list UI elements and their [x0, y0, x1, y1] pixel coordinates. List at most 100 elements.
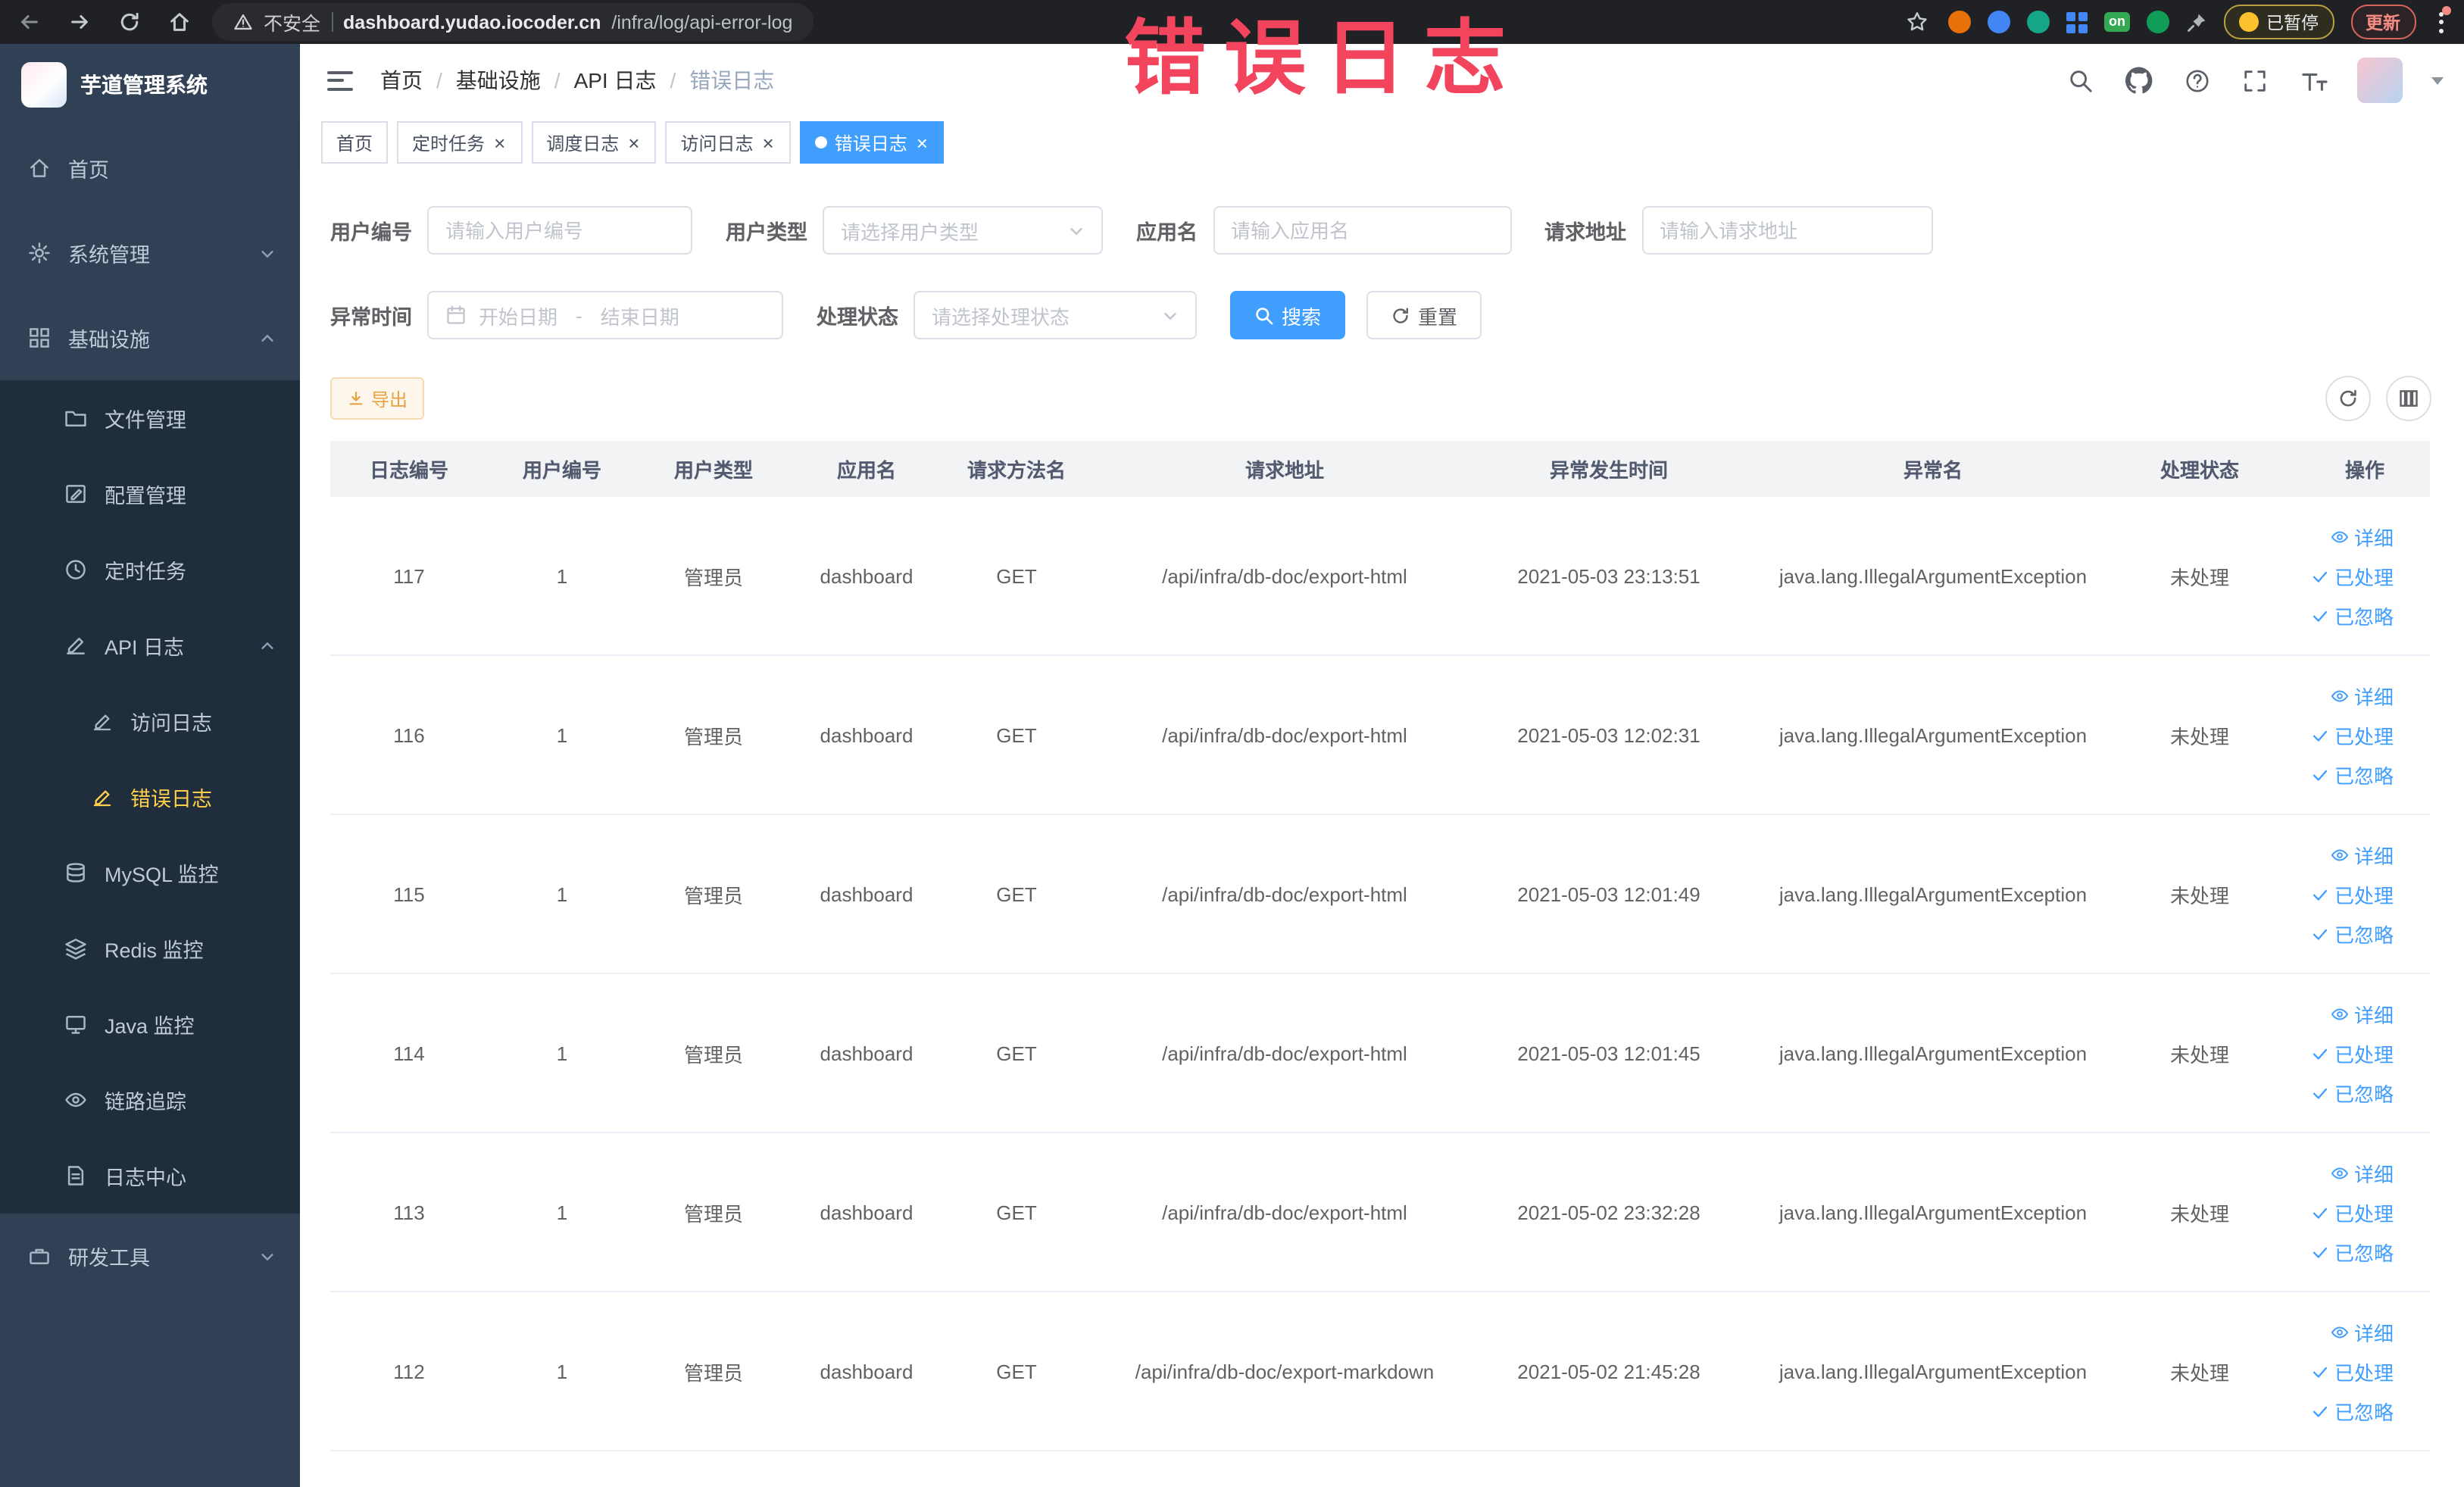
bookmark-star-button[interactable] — [1903, 8, 1932, 36]
refresh-button[interactable] — [115, 8, 144, 36]
sidebar-item-label: 访问日志 — [130, 712, 212, 735]
mark-ignored-link[interactable]: 已忽略 — [2310, 601, 2394, 629]
font-size-button[interactable] — [2296, 64, 2331, 96]
close-icon[interactable]: × — [492, 133, 507, 152]
sidebar-item-api-log[interactable]: API 日志 — [0, 608, 300, 683]
column-header: 异常发生时间 — [1549, 459, 1668, 482]
user-type-select[interactable]: 请选择用户类型 — [823, 206, 1103, 255]
update-button[interactable]: 更新 — [2350, 5, 2416, 39]
select-placeholder: 请选择处理状态 — [932, 305, 1070, 328]
detail-link[interactable]: 详细 — [2330, 681, 2394, 710]
paused-badge[interactable]: 已暂停 — [2224, 5, 2334, 39]
extension-on-badge[interactable]: on — [2104, 12, 2130, 32]
avatar[interactable] — [2356, 58, 2402, 103]
extension-icon-teal[interactable] — [2027, 11, 2050, 33]
sidebar-item-mysql-monitor[interactable]: MySQL 监控 — [0, 835, 300, 911]
tab-error-log[interactable]: 错误日志 × — [799, 121, 945, 164]
export-button[interactable]: 导出 — [330, 377, 425, 420]
sidebar-item-file-management[interactable]: 文件管理 — [0, 380, 300, 456]
extension-icon-green[interactable] — [2147, 11, 2169, 33]
help-button[interactable] — [2181, 64, 2213, 96]
mark-ignored-link[interactable]: 已忽略 — [2310, 1237, 2394, 1266]
update-notification-dot — [2441, 5, 2450, 14]
tags-view: 首页 定时任务 × 调度日志 × 访问日志 × 错误日志 × — [300, 117, 2464, 170]
address-bar[interactable]: 不安全 dashboard.yudao.iocoder.cn/infra/log… — [212, 3, 814, 41]
mark-processed-link[interactable]: 已处理 — [2310, 1357, 2394, 1385]
back-button[interactable] — [15, 8, 44, 36]
column-header: 应用名 — [836, 459, 896, 482]
search-button[interactable] — [2064, 64, 2096, 96]
detail-link[interactable]: 详细 — [2330, 840, 2394, 869]
sidebar-item-scheduled-tasks[interactable]: 定时任务 — [0, 532, 300, 608]
mark-processed-link[interactable]: 已处理 — [2310, 720, 2394, 749]
sidebar-item-access-log[interactable]: 访问日志 — [0, 683, 300, 759]
github-button[interactable] — [2122, 64, 2155, 97]
detail-link[interactable]: 详细 — [2330, 1158, 2394, 1187]
sidebar-item-dev-tools[interactable]: 研发工具 — [0, 1214, 300, 1298]
close-icon[interactable]: × — [761, 133, 776, 152]
check-icon — [2313, 769, 2328, 780]
sidebar-item-tracing[interactable]: 链路追踪 — [0, 1062, 300, 1138]
request-url-input[interactable] — [1641, 206, 1932, 255]
tab-access-log[interactable]: 访问日志 × — [665, 121, 791, 164]
sidebar-item-log-center[interactable]: 日志中心 — [0, 1138, 300, 1214]
mark-processed-link[interactable]: 已处理 — [2310, 879, 2394, 908]
mark-processed-link[interactable]: 已处理 — [2310, 1198, 2394, 1226]
breadcrumb-item[interactable]: API 日志 — [574, 65, 657, 95]
sidebar-item-config-management[interactable]: 配置管理 — [0, 456, 300, 532]
close-icon[interactable]: × — [915, 133, 929, 152]
mark-ignored-link[interactable]: 已忽略 — [2310, 760, 2394, 789]
sidebar-item-system[interactable]: 系统管理 — [0, 211, 300, 295]
close-icon[interactable]: × — [626, 133, 641, 152]
cell-user-type: 管理员 — [683, 1043, 743, 1066]
reset-button[interactable]: 重置 — [1366, 291, 1482, 339]
browser-menu-kebab-icon[interactable] — [2432, 5, 2450, 36]
extension-icon-orange[interactable] — [1948, 11, 1971, 33]
sidebar-item-infrastructure[interactable]: 基础设施 — [0, 295, 300, 380]
date-range-picker[interactable]: 开始日期 - 结束日期 — [427, 291, 783, 339]
cell-actions: 详细 已处理 已忽略 — [2272, 681, 2430, 789]
mark-processed-link[interactable]: 已处理 — [2310, 561, 2394, 590]
refresh-table-button[interactable] — [2325, 376, 2370, 421]
column-header: 处理状态 — [2160, 459, 2239, 482]
hamburger-icon[interactable] — [321, 64, 359, 96]
cell-log-id: 113 — [393, 1201, 425, 1223]
forward-button[interactable] — [65, 8, 94, 36]
paused-label: 已暂停 — [2266, 14, 2319, 33]
cell-log-id: 114 — [393, 1042, 425, 1064]
breadcrumb-item[interactable]: 基础设施 — [456, 65, 541, 95]
detail-link[interactable]: 详细 — [2330, 1317, 2394, 1346]
app-name-input[interactable] — [1213, 206, 1511, 255]
cell-method: GET — [996, 723, 1037, 746]
sidebar-item-home[interactable]: 首页 — [0, 126, 300, 211]
extension-icon-blue[interactable] — [1988, 11, 2010, 33]
detail-link[interactable]: 详细 — [2330, 999, 2394, 1028]
fullscreen-button[interactable] — [2238, 64, 2270, 96]
extension-icon-grid[interactable] — [2066, 11, 2088, 33]
tab-schedule-log[interactable]: 调度日志 × — [531, 121, 657, 164]
table-row: 112 1 管理员 dashboard GET /api/infra/db-do… — [330, 1292, 2430, 1451]
breadcrumb-item[interactable]: 首页 — [380, 65, 423, 95]
mark-ignored-link[interactable]: 已忽略 — [2310, 1396, 2394, 1425]
sidebar-item-java-monitor[interactable]: Java 监控 — [0, 986, 300, 1062]
pin-icon[interactable] — [2186, 11, 2207, 33]
mark-ignored-link[interactable]: 已忽略 — [2310, 1078, 2394, 1107]
cell-user-type: 管理员 — [683, 1202, 743, 1225]
sidebar-item-error-log[interactable]: 错误日志 — [0, 759, 300, 835]
cell-status: 未处理 — [2169, 1043, 2229, 1066]
mark-processed-link[interactable]: 已处理 — [2310, 1039, 2394, 1067]
eye-icon — [65, 1092, 86, 1107]
detail-link[interactable]: 详细 — [2330, 522, 2394, 551]
user-id-input[interactable] — [427, 206, 692, 255]
tab-home[interactable]: 首页 — [321, 121, 389, 164]
search-button[interactable]: 搜索 — [1230, 291, 1346, 339]
sidebar-item-redis-monitor[interactable]: Redis 监控 — [0, 911, 300, 986]
column-settings-button[interactable] — [2385, 376, 2431, 421]
caret-down-icon[interactable] — [2431, 77, 2443, 84]
tab-scheduled-tasks[interactable]: 定时任务 × — [397, 121, 523, 164]
main-content: 用户编号 用户类型 请选择用户类型 应用名 请求地址 异常时 — [300, 168, 2464, 1487]
app-logo[interactable]: 芋道管理系统 — [0, 44, 300, 126]
process-status-select[interactable]: 请选择处理状态 — [913, 291, 1197, 339]
home-button[interactable] — [165, 8, 194, 36]
mark-ignored-link[interactable]: 已忽略 — [2310, 919, 2394, 948]
